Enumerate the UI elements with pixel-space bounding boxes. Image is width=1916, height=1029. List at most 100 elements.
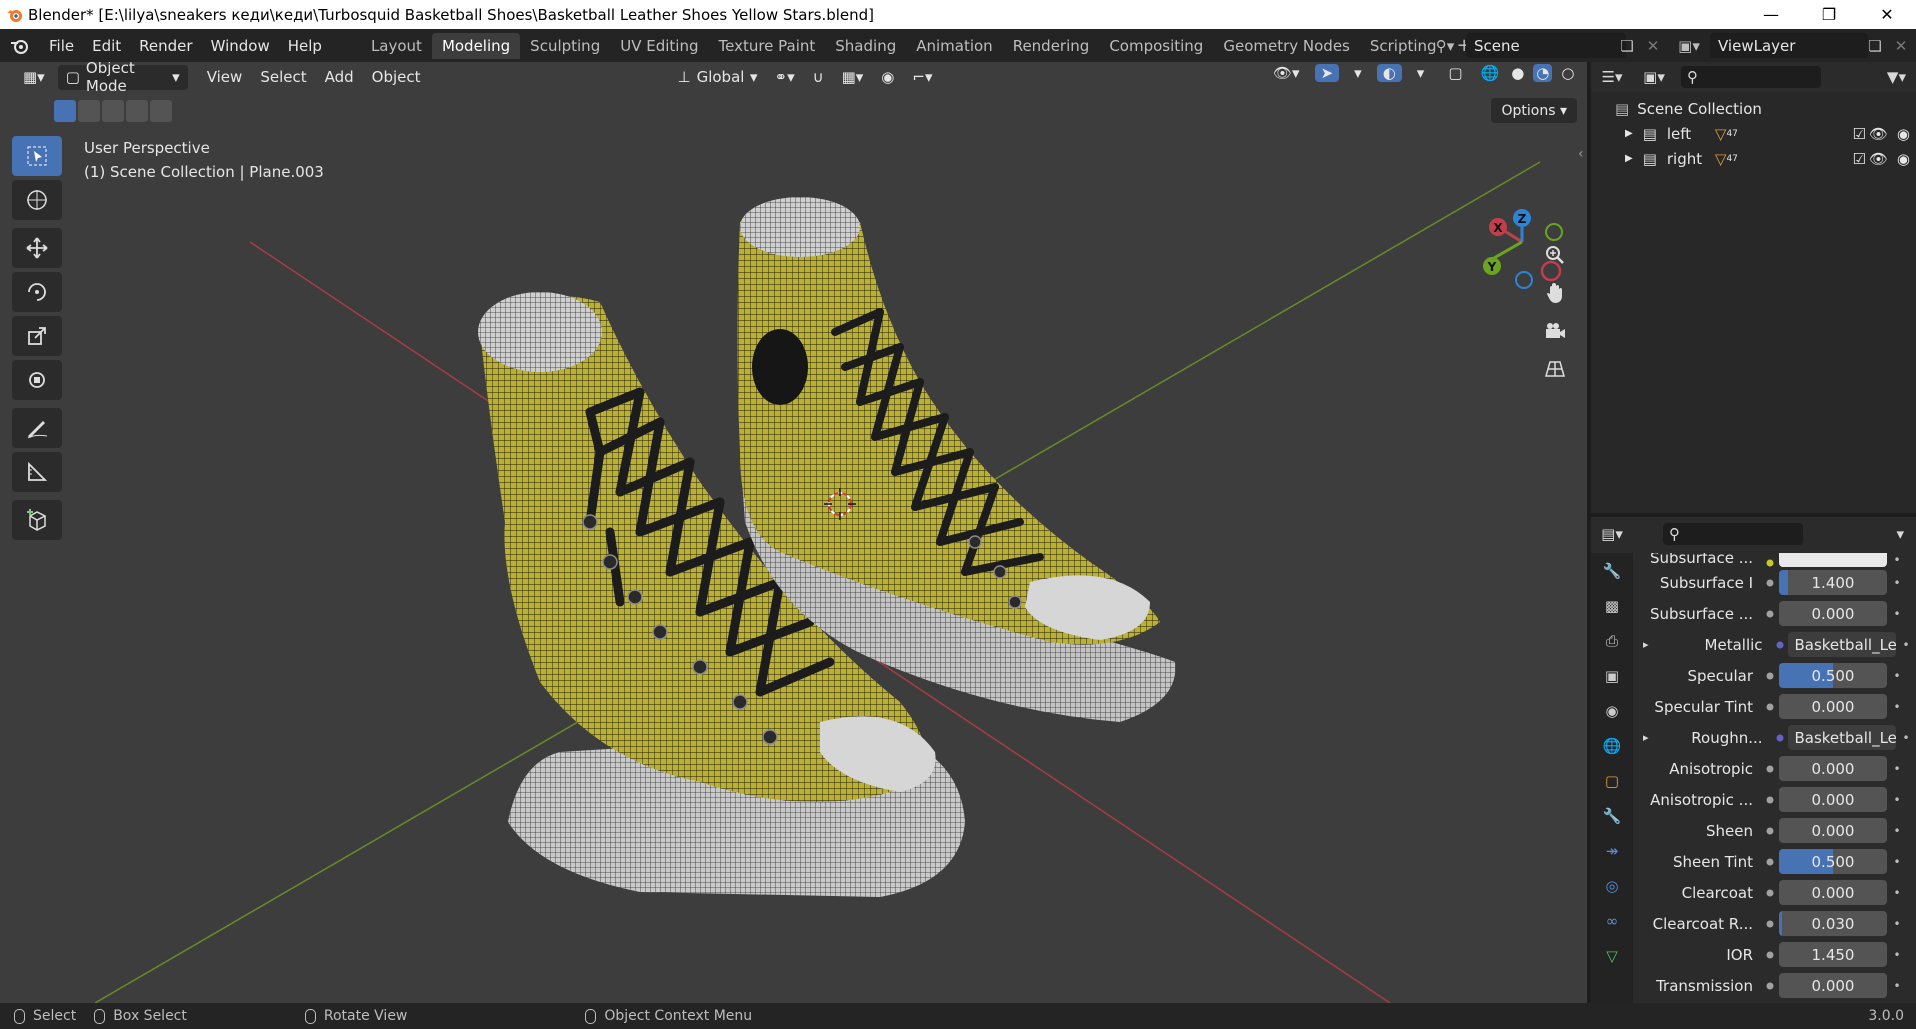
menu-edit[interactable]: Edit <box>83 37 130 55</box>
menu-file[interactable]: File <box>40 37 83 55</box>
socket-icon[interactable] <box>1761 920 1779 928</box>
tab-modeling[interactable]: Modeling <box>431 32 521 59</box>
socket-icon[interactable] <box>1771 734 1789 742</box>
shading-options-icon[interactable]: ▾ <box>1583 64 1587 82</box>
camera-icon[interactable]: ◉ <box>1897 150 1910 168</box>
tab-animation[interactable]: Animation <box>906 33 1002 59</box>
properties-search-input[interactable]: ⚲ <box>1663 523 1803 545</box>
render-tab-icon[interactable]: ▩ <box>1591 588 1633 623</box>
keyframe-dot-icon[interactable]: • <box>1887 917 1907 931</box>
tab-shading[interactable]: Shading <box>825 33 906 59</box>
view-layer-field[interactable]: ViewLayer <box>1710 33 1868 58</box>
tab-rendering[interactable]: Rendering <box>1003 33 1100 59</box>
menu-help[interactable]: Help <box>279 37 331 55</box>
socket-icon[interactable] <box>1761 610 1779 618</box>
color-swatch[interactable] <box>1779 553 1887 567</box>
snap-icon[interactable]: ∪ <box>804 68 833 86</box>
number-field[interactable]: 0.500 <box>1779 849 1887 874</box>
eye-icon[interactable]: 👁 <box>1869 150 1888 168</box>
keyframe-dot-icon[interactable]: • <box>1887 948 1907 962</box>
editor-type-icon[interactable]: ▦▾ <box>14 68 54 86</box>
view-layer-selector-icon[interactable]: ▣▾ <box>1672 33 1706 58</box>
socket-icon[interactable] <box>1761 982 1779 990</box>
close-icon[interactable]: ✕ <box>1858 0 1916 29</box>
outliner-search-input[interactable]: ⚲ <box>1681 66 1821 88</box>
menu-window[interactable]: Window <box>202 37 279 55</box>
select-box-tool-icon[interactable] <box>12 136 62 176</box>
transform-tool-icon[interactable] <box>12 360 62 400</box>
new-view-layer-icon[interactable]: ❏ <box>1862 33 1888 58</box>
number-field[interactable]: 0.000 <box>1779 694 1887 719</box>
checkbox-icon[interactable]: ☑ <box>1853 150 1866 168</box>
pan-view-icon[interactable] <box>1538 276 1572 310</box>
display-mode-icon[interactable]: ▣▾ <box>1633 68 1675 86</box>
number-field[interactable]: 0.000 <box>1779 601 1887 626</box>
tool-tab-icon[interactable]: 🔧 <box>1591 553 1633 588</box>
number-field[interactable]: 0.000 <box>1779 973 1887 998</box>
socket-icon[interactable] <box>1761 703 1779 711</box>
options-dropdown[interactable]: Options ▾ <box>1491 98 1577 123</box>
snap-target-icon[interactable]: ▦▾ <box>833 68 873 86</box>
overlays-options-icon[interactable]: ▾ <box>1408 64 1434 82</box>
socket-icon[interactable] <box>1761 858 1779 866</box>
cursor-tool-icon[interactable] <box>12 180 62 220</box>
camera-view-icon[interactable] <box>1538 314 1572 348</box>
gizmo-toggle-icon[interactable]: ➤ <box>1314 64 1340 82</box>
socket-icon[interactable] <box>1761 796 1779 804</box>
keyframe-dot-icon[interactable]: • <box>1887 700 1907 714</box>
scene-name-field[interactable]: Scene <box>1466 33 1626 58</box>
minimize-icon[interactable]: — <box>1742 0 1800 29</box>
number-field[interactable]: 0.030 <box>1779 911 1887 936</box>
number-field[interactable]: 1.400 <box>1779 570 1887 595</box>
new-scene-icon[interactable]: ❏ <box>1614 33 1640 58</box>
delete-scene-icon[interactable]: ✕ <box>1640 33 1666 58</box>
properties-editor-type-icon[interactable]: ▤▾ <box>1591 525 1633 543</box>
data-tab-icon[interactable]: ▽ <box>1591 938 1633 973</box>
sidebar-toggle-icon[interactable]: ‹ <box>1578 146 1584 162</box>
camera-icon[interactable]: ◉ <box>1897 125 1910 143</box>
pivot-point-icon[interactable]: ⚭▾ <box>766 68 804 86</box>
select-new-icon[interactable] <box>54 100 76 122</box>
overlays-icon[interactable]: ◐ <box>1376 64 1402 82</box>
rendered-shading-icon[interactable]: ○ <box>1558 64 1577 82</box>
move-tool-icon[interactable] <box>12 228 62 268</box>
transform-orientation-dropdown[interactable]: ⊥ Global ▾ <box>670 65 766 90</box>
outliner-editor-type-icon[interactable]: ☰▾ <box>1591 68 1633 86</box>
keyframe-dot-icon[interactable]: • <box>1887 576 1907 590</box>
measure-tool-icon[interactable] <box>12 452 62 492</box>
object-tab-icon[interactable]: ▢ <box>1591 763 1633 798</box>
keyframe-dot-icon[interactable]: • <box>1887 979 1907 993</box>
scale-tool-icon[interactable] <box>12 316 62 356</box>
number-field[interactable]: 0.000 <box>1779 756 1887 781</box>
menu-add[interactable]: Add <box>316 68 363 86</box>
view-layer-tab-icon[interactable]: ▣ <box>1591 658 1633 693</box>
proportional-edit-icon[interactable]: ◉ <box>872 68 903 86</box>
texture-link-field[interactable]: Basketball_Lea... <box>1788 725 1897 750</box>
physics-tab-icon[interactable]: ◎ <box>1591 868 1633 903</box>
material-preview-shading-icon[interactable]: ◔ <box>1533 64 1553 82</box>
particles-tab-icon[interactable]: ↠ <box>1591 833 1633 868</box>
keyframe-dot-icon[interactable]: • <box>1887 669 1907 683</box>
tab-layout[interactable]: Layout <box>361 33 432 59</box>
number-field[interactable]: 0.000 <box>1779 880 1887 905</box>
number-field[interactable]: 0.000 <box>1779 787 1887 812</box>
keyframe-dot-icon[interactable]: • <box>1887 793 1907 807</box>
socket-icon[interactable] <box>1761 765 1779 773</box>
tab-geometry-nodes[interactable]: Geometry Nodes <box>1213 33 1360 59</box>
checkbox-icon[interactable]: ☑ <box>1853 125 1866 143</box>
number-field[interactable]: 0.500 <box>1779 663 1887 688</box>
socket-icon[interactable] <box>1771 641 1789 649</box>
constraints-tab-icon[interactable]: ∞ <box>1591 903 1633 938</box>
add-cube-tool-icon[interactable] <box>12 500 62 540</box>
menu-render[interactable]: Render <box>130 37 201 55</box>
socket-icon[interactable] <box>1761 672 1779 680</box>
menu-select[interactable]: Select <box>251 68 315 86</box>
blender-menu-icon[interactable] <box>0 37 40 55</box>
keyframe-dot-icon[interactable]: • <box>1896 638 1916 652</box>
number-field[interactable]: 0.000 <box>1779 818 1887 843</box>
xray-icon[interactable]: ▢ <box>1439 64 1471 82</box>
tab-texture-paint[interactable]: Texture Paint <box>708 33 825 59</box>
solid-shading-icon[interactable]: ● <box>1508 64 1527 82</box>
keyframe-dot-icon[interactable]: • <box>1887 855 1907 869</box>
gizmo-options-icon[interactable]: ▾ <box>1345 64 1371 82</box>
